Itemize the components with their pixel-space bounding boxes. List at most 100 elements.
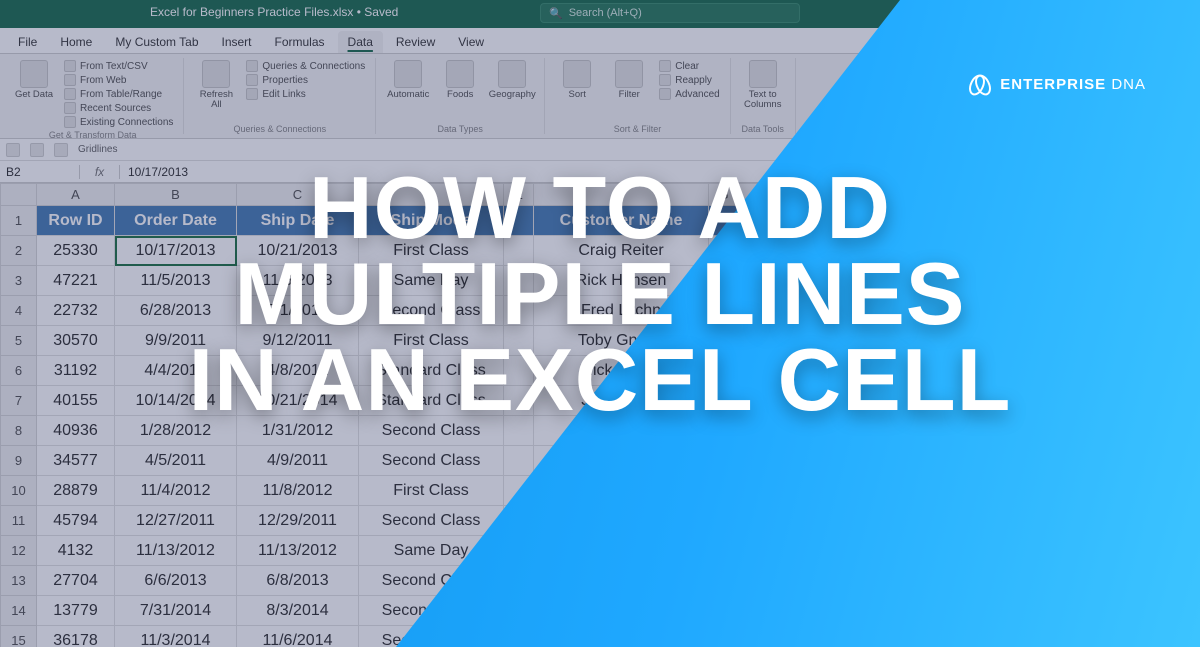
cell[interactable] [709,416,739,446]
row-header[interactable]: 1 [1,206,37,236]
tab-review[interactable]: Review [386,31,445,53]
row-header[interactable]: 10 [1,476,37,506]
from-table-range[interactable]: From Table/Range [64,88,173,100]
cell[interactable] [739,506,859,536]
recent-sources[interactable]: Recent Sources [64,102,173,114]
cell[interactable] [739,326,859,356]
cell[interactable]: Jane Waco [534,386,709,416]
cell[interactable] [709,326,739,356]
formula-input[interactable]: 10/17/2013 [120,165,1200,179]
name-box[interactable]: B2 [0,165,80,179]
cell[interactable] [504,416,534,446]
automatic-button[interactable]: Automatic [386,60,430,100]
cell[interactable]: Thomas Boland [534,626,709,647]
fx-icon[interactable]: fx [80,165,120,179]
cell[interactable]: Same Day [359,266,504,296]
cell[interactable]: 34577 [37,446,115,476]
cell[interactable] [739,596,859,626]
cell[interactable]: 28879 [37,476,115,506]
cell[interactable] [504,506,534,536]
cell[interactable] [709,446,739,476]
column-header[interactable]: G [709,184,739,206]
tab-my-custom-tab[interactable]: My Custom Tab [105,31,208,53]
cell[interactable]: 11/5/2013 [115,266,237,296]
cell[interactable]: 40155 [37,386,115,416]
touch-icon[interactable] [54,143,68,157]
row-header[interactable]: 5 [1,326,37,356]
header-cell[interactable]: Order Date [115,206,237,236]
cell[interactable] [504,446,534,476]
cell[interactable]: 4/9/2011 [237,446,359,476]
cell[interactable] [709,236,739,266]
cell[interactable]: Second Class [359,506,504,536]
cell[interactable]: 10/14/2014 [115,386,237,416]
cell[interactable]: 11/13/2012 [237,536,359,566]
spreadsheet-grid[interactable]: ABCDEFGH1Row IDOrder DateShip DateShip M… [0,183,1200,647]
cell[interactable]: Magdelene Morse [534,506,709,536]
cell[interactable] [504,596,534,626]
cell[interactable] [709,296,739,326]
row-header[interactable]: 12 [1,536,37,566]
row-header[interactable]: 8 [1,416,37,446]
cell[interactable] [504,536,534,566]
cell[interactable] [709,476,739,506]
header-cell[interactable]: Ship Date [237,206,359,236]
cell[interactable]: First Class [359,326,504,356]
cell[interactable]: Anthony Jacobs [534,476,709,506]
cell[interactable]: Mick Brown [534,356,709,386]
search-box[interactable]: 🔍 Search (Alt+Q) [540,3,800,23]
cell[interactable] [739,626,859,647]
row-header[interactable]: 13 [1,566,37,596]
cell[interactable]: Vicky Freymann [534,536,709,566]
cell[interactable]: 13779 [37,596,115,626]
cell[interactable]: Fred Litchn [534,296,709,326]
cell[interactable]: 1/31/2012 [237,416,359,446]
cell[interactable]: Second Class [359,416,504,446]
redo-icon[interactable] [30,143,44,157]
existing-connections[interactable]: Existing Connections [64,116,173,128]
cell[interactable] [709,356,739,386]
cell[interactable] [504,326,534,356]
cell[interactable] [709,506,739,536]
cell[interactable]: 9/9/2011 [115,326,237,356]
cell[interactable]: Peter Fuller [534,566,709,596]
cell[interactable]: 10/21/2014 [237,386,359,416]
row-header[interactable]: 7 [1,386,37,416]
cell[interactable]: 6/28/2013 [115,296,237,326]
refresh-all-button[interactable]: Refresh All [194,60,238,110]
cell[interactable] [504,566,534,596]
header-cell[interactable] [504,206,534,236]
row-header[interactable]: 4 [1,296,37,326]
cell[interactable] [504,386,534,416]
header-cell[interactable]: Row ID [37,206,115,236]
cell[interactable] [709,536,739,566]
cell[interactable]: 27704 [37,566,115,596]
cell[interactable]: Standard Class [359,386,504,416]
tab-view[interactable]: View [448,31,494,53]
cell[interactable] [739,296,859,326]
from-web[interactable]: From Web [64,74,173,86]
from-text-csv[interactable]: From Text/CSV [64,60,173,72]
text-to-columns-button[interactable]: Text to Columns [741,60,785,110]
tab-file[interactable]: File [8,31,47,53]
column-header[interactable]: H [739,184,859,206]
row-header[interactable]: 9 [1,446,37,476]
cell[interactable] [739,416,859,446]
cell[interactable]: Consumer [739,266,859,296]
cell[interactable] [504,296,534,326]
cell[interactable]: 47221 [37,266,115,296]
cell[interactable]: Same Day [359,536,504,566]
cell[interactable]: 12/29/2011 [237,506,359,536]
tab-formulas[interactable]: Formulas [265,31,335,53]
cell[interactable] [504,236,534,266]
cell[interactable]: Second Class [359,626,504,647]
edit-links[interactable]: Edit Links [246,88,365,100]
cell[interactable]: 10/17/2013 [115,236,237,266]
cell[interactable]: Second Class [359,446,504,476]
cell[interactable] [709,386,739,416]
column-header[interactable]: D [359,184,504,206]
cell[interactable] [504,626,534,647]
tab-home[interactable]: Home [50,31,102,53]
cell[interactable]: 8/3/2014 [237,596,359,626]
cell[interactable]: Greg Maxwell [534,446,709,476]
